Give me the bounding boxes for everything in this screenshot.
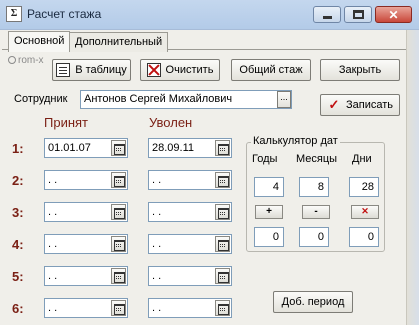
clear-label: Очистить [165,64,214,76]
subtract-button[interactable]: - [302,205,330,219]
to-table-label: В таблицу [75,64,127,76]
hired-date-field[interactable]: . . [44,298,128,318]
save-label: Записать [345,99,393,111]
add-period-button[interactable]: Доб. период [273,291,353,313]
close-window-button[interactable]: ✕ [375,6,412,23]
calendar-icon[interactable] [111,172,126,188]
clear-calc-icon: ✕ [361,206,369,216]
checkmark-icon: ✓ [328,97,340,112]
copyright-icon [8,56,16,64]
window-right-edge [406,30,419,325]
watermark-text: rom-x [18,55,44,66]
fired-date-field[interactable]: . . [148,266,232,286]
maximize-icon [352,10,364,19]
table-icon [56,63,71,77]
months-input[interactable]: 8 [299,177,329,197]
minimize-icon [322,16,332,19]
row-number: 2: [12,173,24,188]
row-number: 6: [12,301,24,316]
fired-date-value: . . [152,238,162,250]
employee-label: Сотрудник [14,93,68,105]
hired-column-header: Принят [44,115,89,130]
date-calculator-title: Калькулятор дат [251,135,340,147]
title-bar[interactable]: Σ Расчет стажа ✕ [0,0,419,30]
calendar-icon[interactable] [215,268,230,284]
row-number: 4: [12,237,24,252]
save-button[interactable]: ✓ Записать [320,94,400,116]
hired-date-field[interactable]: . . [44,170,128,190]
days-result[interactable]: 0 [349,227,379,247]
add-button[interactable]: + [255,205,283,219]
years-header: Годы [252,153,278,165]
fired-column-header: Уволен [149,115,193,130]
hired-date-value: . . [48,238,58,250]
hired-date-field[interactable]: . . [44,202,128,222]
tab-main[interactable]: Основной [8,31,71,52]
maximize-button[interactable] [344,6,372,23]
calendar-icon[interactable] [215,300,230,316]
fired-date-field[interactable]: 28.09.11 [148,138,232,158]
fired-date-value: . . [152,302,162,314]
window-title: Расчет стажа [27,7,102,21]
days-header: Дни [352,153,372,165]
fired-date-field[interactable]: . . [148,298,232,318]
calendar-icon[interactable] [215,140,230,156]
total-experience-button[interactable]: Общий стаж [231,59,311,81]
fired-date-field[interactable]: . . [148,234,232,254]
fired-date-value: . . [152,206,162,218]
hired-date-field[interactable]: 01.01.07 [44,138,128,158]
calendar-icon[interactable] [111,300,126,316]
row-number: 1: [12,141,24,156]
days-input[interactable]: 28 [349,177,379,197]
minimize-button[interactable] [313,6,341,23]
calendar-icon[interactable] [215,204,230,220]
app-icon: Σ [6,6,22,22]
fired-date-field[interactable]: . . [148,202,232,222]
calendar-icon[interactable] [215,236,230,252]
calendar-icon[interactable] [111,140,126,156]
employee-browse-button[interactable]: ... [277,91,291,108]
close-icon: ✕ [388,7,399,22]
fired-date-field[interactable]: . . [148,170,232,190]
hired-date-value: . . [48,270,58,282]
row-number: 3: [12,205,24,220]
years-result[interactable]: 0 [254,227,284,247]
hired-date-value: . . [48,206,58,218]
clear-button[interactable]: Очистить [140,59,220,81]
calendar-icon[interactable] [215,172,230,188]
fired-date-value: 28.09.11 [152,142,195,154]
hired-date-value: . . [48,302,58,314]
watermark: rom-x [8,55,44,66]
clear-icon [146,63,161,77]
fired-date-value: . . [152,174,162,186]
months-header: Месяцы [296,153,338,165]
close-button[interactable]: Закрыть [320,59,400,81]
calendar-icon[interactable] [111,204,126,220]
row-number: 5: [12,269,24,284]
calendar-icon[interactable] [111,268,126,284]
to-table-button[interactable]: В таблицу [52,59,131,81]
hired-date-value: . . [48,174,58,186]
clear-calculator-button[interactable]: ✕ [351,205,379,219]
hired-date-field[interactable]: . . [44,266,128,286]
fired-date-value: . . [152,270,162,282]
tab-additional[interactable]: Дополнительный [69,32,169,52]
months-result[interactable]: 0 [299,227,329,247]
years-input[interactable]: 4 [254,177,284,197]
hired-date-value: 01.01.07 [48,142,91,154]
calendar-icon[interactable] [111,236,126,252]
employee-field[interactable]: Антонов Сергей Михайлович [80,90,292,109]
hired-date-field[interactable]: . . [44,234,128,254]
